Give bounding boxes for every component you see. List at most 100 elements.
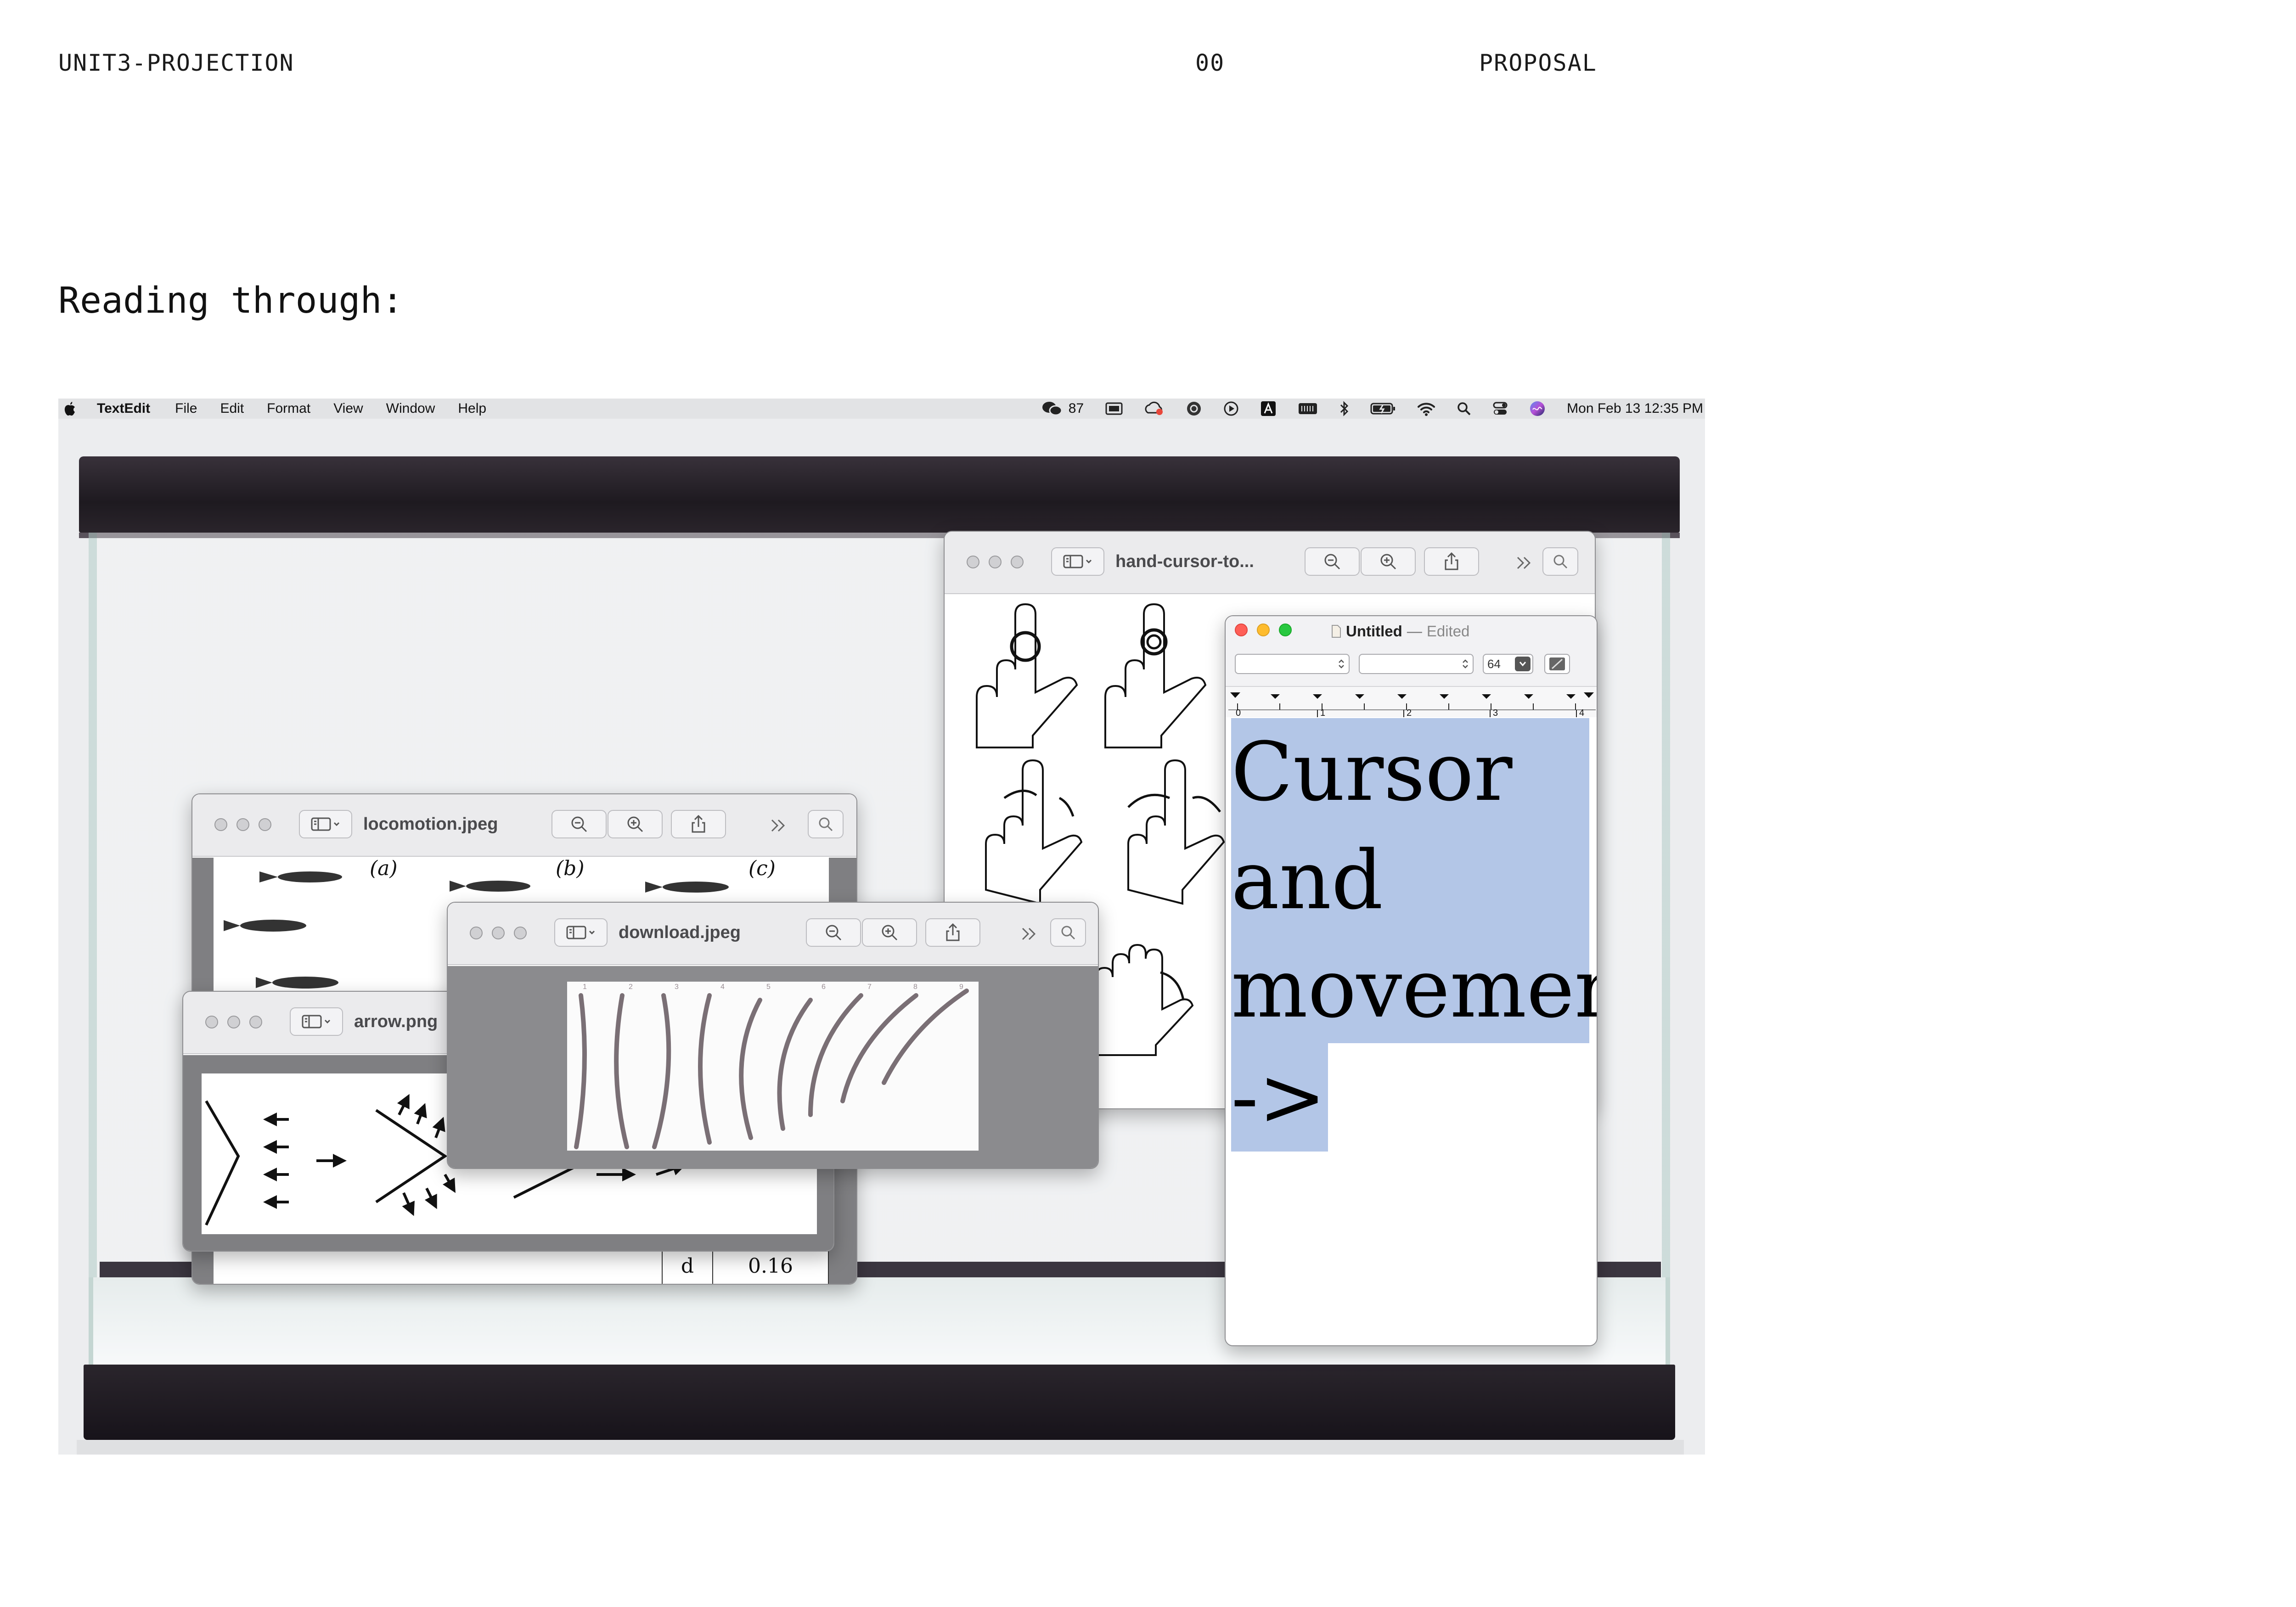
zoom-button[interactable]	[259, 818, 271, 831]
traffic-lights[interactable]	[205, 1016, 262, 1028]
wechat-status[interactable]: 87	[1042, 401, 1084, 416]
title-separator: —	[1407, 623, 1422, 640]
zoom-in-button[interactable]	[608, 810, 663, 838]
paragraph-style-popup[interactable]	[1235, 654, 1350, 674]
menu-window[interactable]: Window	[386, 401, 435, 416]
preview-window-download[interactable]: download.jpeg 1 2 3 4 5 6 7 8 9	[447, 902, 1099, 1169]
window-title: download.jpeg	[619, 923, 741, 942]
minimize-button[interactable]	[492, 927, 505, 939]
vpn-icon[interactable]	[1186, 400, 1202, 417]
zoom-button[interactable]	[1011, 556, 1024, 568]
traffic-lights[interactable]	[214, 818, 271, 831]
text-editor-area[interactable]: Cursor and movement ->	[1226, 718, 1597, 1345]
share-button[interactable]	[925, 918, 980, 947]
sidebar-toggle-button[interactable]	[554, 918, 608, 947]
traffic-lights[interactable]	[1235, 624, 1292, 636]
zoom-in-icon	[882, 925, 898, 941]
table-cell-value: 0.16	[748, 1254, 793, 1278]
chevron-double-right-icon[interactable]	[1020, 926, 1038, 942]
text-line-2[interactable]: and	[1231, 826, 1589, 935]
zoom-button[interactable]	[1279, 624, 1292, 636]
window-toolbar[interactable]: locomotion.jpeg	[192, 794, 856, 857]
chevron-double-right-icon[interactable]	[769, 817, 788, 834]
chevron-double-right-icon[interactable]	[1515, 555, 1533, 571]
zoom-button[interactable]	[514, 927, 527, 939]
svg-text:6: 6	[822, 983, 826, 991]
textedit-window[interactable]: Untitled — Edited 64 0 1 2 3 4 Cursor an…	[1225, 615, 1598, 1346]
menu-view[interactable]: View	[333, 401, 363, 416]
svg-text:4: 4	[720, 983, 725, 991]
close-button[interactable]	[205, 1016, 218, 1028]
svg-text:2: 2	[629, 983, 633, 991]
ruler[interactable]: 0 1 2 3 4	[1226, 686, 1597, 718]
close-button[interactable]	[1235, 624, 1248, 636]
zoom-out-button[interactable]	[1305, 547, 1360, 576]
share-icon	[1445, 552, 1458, 570]
text-line-4[interactable]: ->	[1231, 1043, 1328, 1152]
menu-format[interactable]: Format	[267, 401, 310, 416]
window-title: locomotion.jpeg	[363, 815, 498, 834]
traffic-lights[interactable]	[470, 927, 527, 939]
menu-file[interactable]: File	[175, 401, 197, 416]
ruler-mark-3: 3	[1493, 708, 1498, 718]
siri-icon[interactable]	[1529, 400, 1546, 417]
font-size-field[interactable]: 64	[1483, 654, 1533, 674]
bluetooth-icon[interactable]	[1339, 400, 1349, 417]
keyboard-icon[interactable]	[1298, 402, 1318, 416]
document-text[interactable]: Cursor and movement ->	[1231, 718, 1597, 1152]
sidebar-toggle-button[interactable]	[1051, 547, 1104, 576]
wifi-icon[interactable]	[1417, 401, 1435, 416]
creative-cloud-icon[interactable]	[1144, 401, 1165, 416]
minimize-button[interactable]	[236, 818, 249, 831]
minimize-button[interactable]	[1257, 624, 1270, 636]
text-color-well[interactable]	[1544, 654, 1570, 674]
sidebar-toggle-button[interactable]	[299, 810, 352, 838]
share-button[interactable]	[1424, 547, 1479, 576]
sidebar-icon	[1063, 555, 1092, 568]
share-icon	[946, 923, 960, 941]
search-button[interactable]	[1050, 918, 1086, 947]
battery-icon[interactable]	[1370, 402, 1396, 416]
close-button[interactable]	[967, 556, 979, 568]
sidebar-toggle-button[interactable]	[290, 1007, 343, 1036]
textedit-titlebar: Untitled — Edited	[1331, 623, 1469, 640]
search-button[interactable]	[1542, 547, 1578, 576]
swimming-fish-sequence: 1 2 3 4 5 6 7 8 9	[574, 983, 969, 1149]
input-source-icon[interactable]	[1260, 400, 1277, 417]
close-button[interactable]	[214, 818, 227, 831]
menu-edit[interactable]: Edit	[220, 401, 244, 416]
apple-icon[interactable]	[63, 401, 77, 416]
document-icon	[1332, 625, 1341, 638]
menu-help[interactable]: Help	[458, 401, 486, 416]
screen-icon[interactable]	[1105, 401, 1123, 416]
zoom-out-button[interactable]	[806, 918, 861, 947]
text-line-3[interactable]: movement	[1231, 935, 1597, 1043]
download-image-area: 1 2 3 4 5 6 7 8 9	[448, 966, 1098, 1168]
search-icon[interactable]	[1457, 401, 1471, 416]
textedit-toolbar[interactable]: Untitled — Edited 64 0 1 2 3 4	[1226, 616, 1597, 718]
menu-app-textedit[interactable]: TextEdit	[97, 401, 150, 416]
traffic-lights[interactable]	[967, 556, 1024, 568]
table-cell-label: d	[663, 1248, 713, 1284]
control-center-icon[interactable]	[1492, 401, 1508, 416]
zoom-out-icon	[1324, 554, 1340, 570]
window-toolbar[interactable]: download.jpeg	[448, 903, 1098, 965]
zoom-in-button[interactable]	[862, 918, 917, 947]
window-toolbar[interactable]: hand-cursor-to...	[945, 532, 1595, 594]
menubar-clock[interactable]: Mon Feb 13 12:35 PM	[1567, 401, 1703, 416]
menu-bar: TextEdit File Edit Format View Window He…	[58, 399, 1705, 419]
font-family-popup[interactable]	[1359, 654, 1474, 674]
share-button[interactable]	[671, 810, 726, 838]
zoom-in-button[interactable]	[1361, 547, 1416, 576]
play-icon[interactable]	[1223, 401, 1239, 416]
font-size-stepper[interactable]	[1515, 657, 1531, 671]
zoom-out-button[interactable]	[551, 810, 607, 838]
minimize-button[interactable]	[989, 556, 1002, 568]
text-line-1[interactable]: Cursor	[1231, 718, 1589, 826]
close-button[interactable]	[470, 927, 483, 939]
color-well-icon	[1549, 657, 1565, 670]
zoom-button[interactable]	[249, 1016, 262, 1028]
minimize-button[interactable]	[227, 1016, 240, 1028]
search-button[interactable]	[808, 810, 844, 838]
chevron-updown-icon	[1463, 659, 1468, 669]
